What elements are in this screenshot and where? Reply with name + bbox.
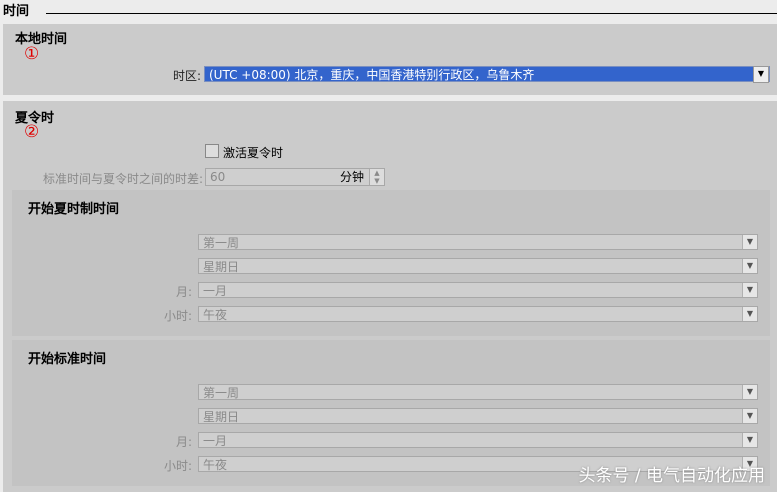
- month-value: 一月: [203, 434, 228, 448]
- weekday-select[interactable]: 星期日 ▼: [198, 408, 758, 424]
- week-value: 第一周: [203, 386, 240, 400]
- chevron-down-icon[interactable]: ▼: [753, 66, 769, 83]
- activate-dst-label: 激活夏令时: [223, 146, 284, 160]
- header-divider: [46, 13, 777, 14]
- hour-value: 午夜: [203, 308, 228, 322]
- timezone-value: (UTC +08:00) 北京，重庆，中国香港特别行政区，乌鲁木齐: [209, 68, 535, 82]
- offset-value: 60: [210, 170, 226, 184]
- hour-label: 小时:: [163, 309, 192, 323]
- page-title: 时间: [3, 4, 30, 19]
- timezone-select[interactable]: (UTC +08:00) 北京，重庆，中国香港特别行政区，乌鲁木齐 ▼: [204, 66, 770, 83]
- offset-input[interactable]: 60 分钟 ▲ ▼: [205, 168, 385, 186]
- subsection-title: 开始标准时间: [28, 352, 107, 367]
- month-select[interactable]: 一月 ▼: [198, 432, 758, 448]
- week-value: 第一周: [203, 236, 240, 250]
- local-time-section: 本地时间 ① 时区: (UTC +08:00) 北京，重庆，中国香港特别行政区，…: [3, 24, 777, 95]
- activate-dst-checkbox[interactable]: [205, 144, 219, 158]
- chevron-down-icon[interactable]: ▼: [742, 235, 757, 249]
- weekday-value: 星期日: [203, 260, 240, 274]
- marker-2: ②: [24, 122, 40, 142]
- offset-label: 标准时间与夏令时之间的时差:: [42, 172, 203, 186]
- dst-section: 夏令时 ② 激活夏令时 标准时间与夏令时之间的时差: 60 分钟 ▲ ▼ 开始夏时…: [3, 101, 777, 492]
- month-label: 月:: [175, 435, 192, 449]
- timezone-label: 时区:: [172, 69, 201, 83]
- month-select[interactable]: 一月 ▼: [198, 282, 758, 298]
- spinner-icon[interactable]: ▲ ▼: [369, 169, 384, 185]
- weekday-select[interactable]: 星期日 ▼: [198, 258, 758, 274]
- chevron-down-icon[interactable]: ▼: [742, 283, 757, 297]
- start-dst-subsection: 开始夏时制时间 第一周 ▼ 星期日 ▼ 月: 一月 ▼ 小时: 午夜 ▼: [12, 190, 770, 336]
- chevron-down-icon[interactable]: ▼: [742, 433, 757, 447]
- week-select[interactable]: 第一周 ▼: [198, 234, 758, 250]
- hour-select[interactable]: 午夜 ▼: [198, 306, 758, 322]
- chevron-down-icon[interactable]: ▼: [742, 385, 757, 399]
- weekday-value: 星期日: [203, 410, 240, 424]
- month-value: 一月: [203, 284, 228, 298]
- marker-1: ①: [24, 44, 40, 64]
- section-title: 本地时间: [15, 32, 68, 47]
- chevron-down-icon[interactable]: ▼: [742, 259, 757, 273]
- chevron-down-icon[interactable]: ▼: [742, 307, 757, 321]
- chevron-down-icon[interactable]: ▼: [742, 409, 757, 423]
- watermark: 头条号 / 电气自动化应用: [578, 466, 765, 486]
- offset-unit: 分钟: [339, 170, 364, 184]
- hour-label: 小时:: [163, 459, 192, 473]
- hour-value: 午夜: [203, 458, 228, 472]
- subsection-title: 开始夏时制时间: [28, 202, 120, 217]
- month-label: 月:: [175, 285, 192, 299]
- week-select[interactable]: 第一周 ▼: [198, 384, 758, 400]
